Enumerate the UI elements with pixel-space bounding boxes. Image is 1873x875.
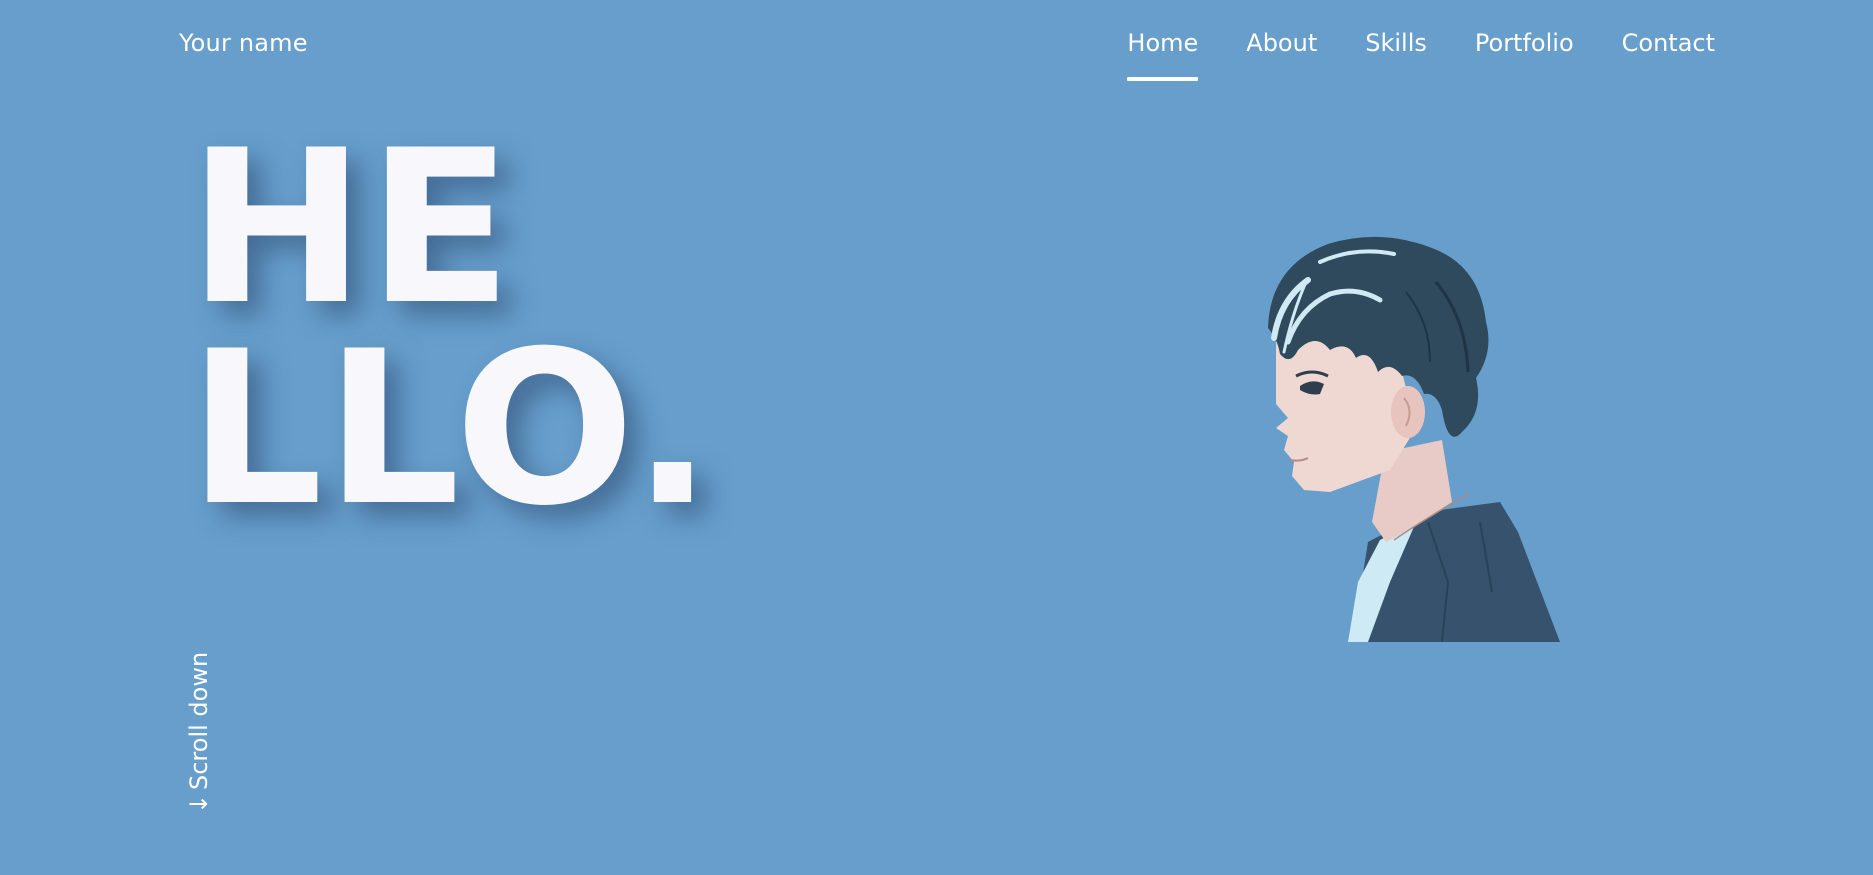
hero-title: HE LLO. bbox=[188, 104, 715, 552]
arrow-down-icon: ↓ bbox=[185, 793, 213, 814]
brand-name-link[interactable]: Your name bbox=[179, 29, 308, 57]
ear-shape bbox=[1391, 386, 1425, 438]
nav-link-skills[interactable]: Skills bbox=[1365, 29, 1427, 57]
nav-link-home[interactable]: Home bbox=[1127, 29, 1198, 81]
hero-title-line-1: HE bbox=[188, 104, 515, 351]
scroll-down-link[interactable]: ↓ Scroll down bbox=[184, 650, 214, 814]
scroll-down-label: Scroll down bbox=[185, 651, 213, 790]
hero-title-line-2: LLO. bbox=[188, 305, 715, 552]
nav-link-contact[interactable]: Contact bbox=[1622, 29, 1715, 57]
portrait-illustration bbox=[1268, 236, 1560, 642]
nav-link-about[interactable]: About bbox=[1246, 29, 1317, 57]
main-navigation: Home About Skills Portfolio Contact bbox=[1127, 29, 1715, 81]
site-header: Your name Home About Skills Portfolio Co… bbox=[0, 0, 1873, 100]
nav-link-portfolio[interactable]: Portfolio bbox=[1475, 29, 1574, 57]
